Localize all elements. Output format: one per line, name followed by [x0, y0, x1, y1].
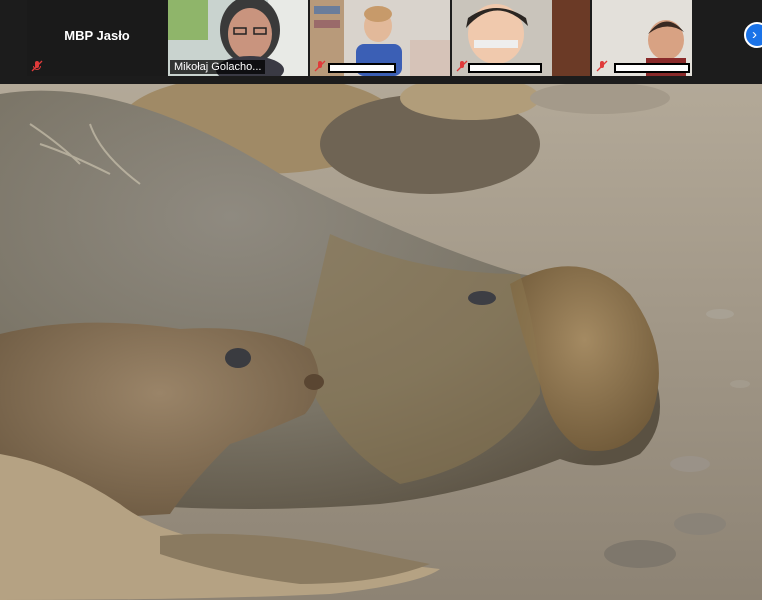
- participant-name: MBP Jasło: [64, 28, 130, 43]
- mic-muted-icon: [456, 60, 468, 72]
- participant-tile[interactable]: [310, 0, 450, 76]
- mic-muted-icon: [596, 60, 608, 72]
- participant-tile[interactable]: [452, 0, 590, 76]
- mic-muted-icon: [31, 60, 43, 72]
- participant-strip: MBP Jasło Mikołaj Golacho... ›: [0, 0, 762, 84]
- redacted-name: [468, 63, 542, 73]
- participant-tile[interactable]: [592, 0, 692, 76]
- participant-tile-mikolaj[interactable]: Mikołaj Golacho...: [168, 0, 308, 76]
- participant-name: Mikołaj Golacho...: [170, 60, 266, 74]
- mic-muted-icon: [314, 60, 326, 72]
- chevron-right-icon[interactable]: ›: [744, 22, 762, 48]
- shared-screen: [0, 84, 762, 600]
- shared-photo: [0, 84, 762, 600]
- redacted-name: [328, 63, 396, 73]
- participant-tile-mbp[interactable]: MBP Jasło: [27, 0, 167, 76]
- redacted-name: [614, 63, 690, 73]
